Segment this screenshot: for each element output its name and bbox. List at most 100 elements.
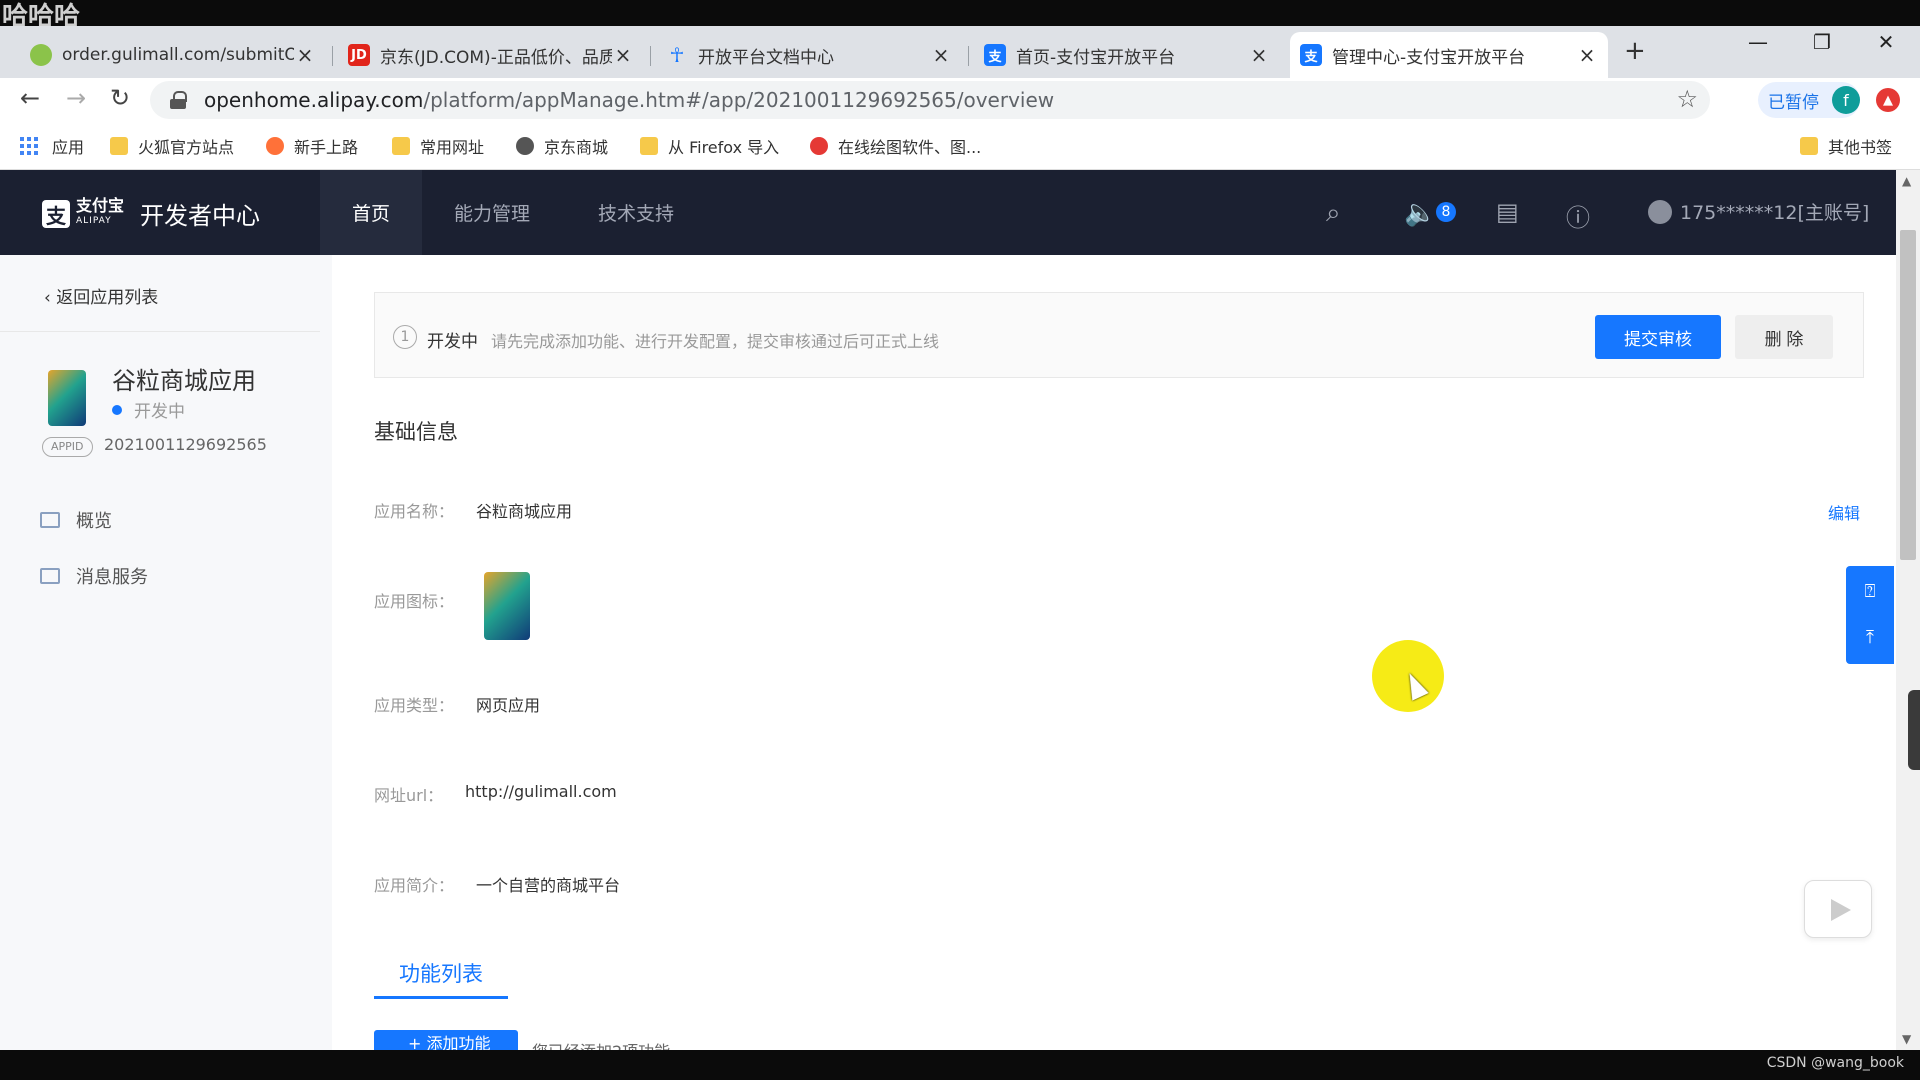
nav-capability[interactable]: 能力管理	[422, 170, 562, 255]
field-label-url: 网址url：	[374, 786, 444, 805]
sidebar-item-overview[interactable]: 概览	[40, 507, 112, 533]
function-count-text: 您已经添加2项功能	[532, 1038, 670, 1050]
close-icon[interactable]: ×	[1576, 43, 1598, 67]
field-value-app-name: 谷粒商城应用	[476, 502, 573, 521]
folder-icon	[640, 137, 658, 155]
app-icon-image	[484, 572, 530, 640]
site-header: 支 支付宝 ALIPAY 开发者中心 首页 能力管理 技术支持 ⌕ 🔈 8 ▤ …	[0, 170, 1896, 255]
page-scrollbar[interactable]: ▲ ▼	[1896, 170, 1920, 1050]
browser-tab-1[interactable]: order.gulimall.com/submitO ×	[20, 32, 326, 78]
browser-tab-4[interactable]: 支 首页-支付宝开放平台 ×	[974, 32, 1280, 78]
add-function-button[interactable]: + 添加功能	[374, 1030, 518, 1050]
reload-icon[interactable]: ↻	[104, 84, 136, 112]
status-dot-icon	[112, 404, 122, 415]
status-notice: 1 开发中 请先完成添加功能、进行开发配置，提交审核通过后可正式上线 提交审核 …	[374, 292, 1864, 378]
screen: 哈哈哈 order.gulimall.com/submitO × JD 京东(J…	[0, 0, 1920, 1080]
nav-home[interactable]: 首页	[320, 170, 423, 255]
browser-tab-5-active[interactable]: 支 管理中心-支付宝开放平台 ×	[1290, 32, 1608, 78]
alipay-logo-icon[interactable]: 支	[42, 200, 70, 228]
app-name: 谷粒商城应用	[112, 367, 256, 395]
address-bar[interactable]: openhome.alipay.com/platform/appManage.h…	[150, 81, 1710, 119]
logo-subtext: ALIPAY	[76, 216, 112, 226]
bookmark-item[interactable]: 新手上路	[266, 134, 358, 158]
site-title[interactable]: 开发者中心	[140, 196, 260, 231]
recording-bottom-bar	[0, 1050, 1920, 1080]
recording-top-bar	[0, 0, 1920, 26]
close-icon[interactable]: ×	[612, 43, 634, 67]
speaker-icon[interactable]: 🔈	[1404, 198, 1436, 228]
back-to-top-icon[interactable]: ⤒	[1860, 628, 1880, 648]
field-label-app-icon: 应用图标：	[374, 592, 455, 611]
left-sidebar: ‹ 返回应用列表 谷粒商城应用 开发中 APPID 20210011296925…	[0, 255, 332, 1050]
logo-text: 支付宝	[76, 196, 125, 215]
browser-toolbar: ← → ↻ openhome.alipay.com/platform/appMa…	[0, 78, 1920, 122]
nav-support[interactable]: 技术支持	[566, 170, 706, 255]
minimize-icon[interactable]: —	[1738, 30, 1778, 54]
bookmark-star-icon[interactable]: ☆	[1676, 85, 1698, 113]
window-close-icon[interactable]: ✕	[1866, 30, 1906, 54]
bookmark-apps[interactable]: 应用	[20, 134, 84, 158]
side-drawer-handle[interactable]	[1908, 690, 1920, 770]
lock-icon	[170, 91, 187, 109]
appid-badge: APPID	[42, 437, 93, 457]
folder-icon	[1800, 137, 1818, 155]
credit-text: CSDN @wang_book	[1766, 1055, 1904, 1071]
bookmark-other[interactable]: 其他书签	[1800, 134, 1892, 158]
feedback-icon[interactable]: ⍰	[1860, 582, 1880, 602]
field-value-app-type: 网页应用	[476, 696, 541, 715]
field-label-app-name: 应用名称：	[374, 502, 455, 521]
bookmark-item[interactable]: 火狐官方站点	[110, 134, 234, 158]
browser-tab-2[interactable]: JD 京东(JD.COM)-正品低价、品质 ×	[338, 32, 644, 78]
bookmark-item[interactable]: 常用网址	[392, 134, 484, 158]
search-icon[interactable]: ⌕	[1326, 198, 1341, 229]
field-label-app-intro: 应用简介：	[374, 876, 455, 895]
close-icon[interactable]: ×	[1248, 43, 1270, 67]
notice-tip: 请先完成添加功能、进行开发配置，提交审核通过后可正式上线	[491, 332, 940, 351]
section-title-basic-info: 基础信息	[374, 420, 458, 444]
restore-icon[interactable]: ❐	[1802, 30, 1842, 54]
extension-icon[interactable]: ▲	[1876, 88, 1900, 112]
jd-icon: JD	[348, 44, 370, 66]
tab-underline	[374, 996, 508, 999]
sidebar-item-message-service[interactable]: 消息服务	[40, 563, 148, 589]
document-clock-icon[interactable]: ▤	[1496, 198, 1519, 226]
profile-avatar[interactable]: f	[1832, 86, 1860, 114]
bookmark-item[interactable]: 在线绘图软件、图...	[810, 134, 981, 158]
app-thumbnail	[48, 370, 86, 426]
new-tab-plus-icon[interactable]: +	[1624, 36, 1646, 66]
delete-button[interactable]: 删 除	[1735, 315, 1833, 359]
back-arrow-icon[interactable]: ←	[14, 84, 46, 112]
bookmark-item[interactable]: 从 Firefox 导入	[640, 134, 779, 158]
tab-title: 首页-支付宝开放平台	[1016, 47, 1176, 68]
scroll-down-icon[interactable]: ▼	[1902, 1032, 1911, 1046]
scroll-up-icon[interactable]: ▲	[1902, 174, 1911, 188]
info-number-icon: 1	[393, 325, 417, 349]
appid-value: 2021001129692565	[104, 435, 267, 454]
back-to-app-list-link[interactable]: ‹ 返回应用列表	[44, 283, 158, 308]
browser-tab-3[interactable]: ☥ 开放平台文档中心 ×	[656, 32, 962, 78]
monitor-icon	[40, 512, 60, 528]
forward-arrow-icon[interactable]: →	[60, 84, 92, 112]
notice-status: 开发中	[427, 332, 478, 352]
app-status: 开发中	[112, 397, 185, 422]
avatar	[1648, 199, 1672, 224]
tab-title: 管理中心-支付宝开放平台	[1332, 47, 1526, 68]
close-icon[interactable]: ×	[294, 43, 316, 67]
play-icon[interactable]	[1804, 880, 1872, 938]
apps-grid-icon	[20, 137, 38, 155]
field-value-url: http://gulimall.com	[465, 782, 617, 801]
close-icon[interactable]: ×	[930, 43, 952, 67]
edit-link[interactable]: 编辑	[1828, 500, 1860, 524]
folder-icon	[110, 137, 128, 155]
scroll-thumb[interactable]	[1900, 230, 1916, 560]
tab-function-list[interactable]: 功能列表	[374, 958, 508, 988]
alipay-icon: 支	[1300, 44, 1322, 66]
tab-title: 开放平台文档中心	[698, 47, 834, 68]
help-icon[interactable]: ⓘ	[1566, 198, 1590, 233]
submit-review-button[interactable]: 提交审核	[1595, 315, 1721, 359]
bookmark-item[interactable]: 京东商城	[516, 134, 608, 158]
chart-icon	[40, 568, 60, 584]
user-account[interactable]: 175******12[主账号]	[1648, 198, 1869, 225]
folder-icon	[392, 137, 410, 155]
firefox-icon	[266, 137, 284, 155]
